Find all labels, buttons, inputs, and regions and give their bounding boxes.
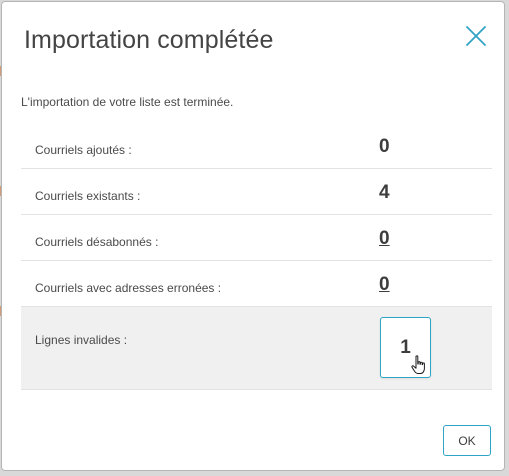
result-row-invalid-addresses: Courriels avec adresses erronées : 0 (21, 261, 492, 307)
result-row-existing: Courriels existants : 4 (21, 169, 492, 215)
dialog-title: Importation complétée (24, 26, 274, 54)
import-complete-dialog: Importation complétée L'importation de v… (1, 1, 505, 471)
result-value: 0 (379, 136, 390, 157)
result-value-link[interactable]: 0 (379, 228, 390, 250)
result-row-unsubscribed: Courriels désabonnés : 0 (21, 215, 492, 261)
result-row-invalid-lines: Lignes invalides : 1 (21, 307, 492, 390)
result-label: Courriels ajoutés : (35, 143, 132, 157)
result-value: 4 (379, 182, 390, 203)
ok-button[interactable]: OK (443, 425, 491, 456)
result-label: Courriels existants : (35, 189, 141, 203)
result-label: Lignes invalides : (35, 333, 128, 347)
invalid-lines-button[interactable]: 1 (380, 317, 431, 378)
close-icon (466, 26, 486, 46)
close-button[interactable] (464, 24, 488, 48)
result-value-link[interactable]: 0 (379, 274, 390, 296)
result-label: Courriels avec adresses erronées : (35, 281, 222, 295)
result-row-added: Courriels ajoutés : 0 (21, 123, 492, 169)
result-label: Courriels désabonnés : (35, 235, 159, 249)
results-list: Courriels ajoutés : 0 Courriels existant… (21, 123, 492, 390)
dialog-intro-text: L'importation de votre liste est terminé… (21, 95, 234, 109)
